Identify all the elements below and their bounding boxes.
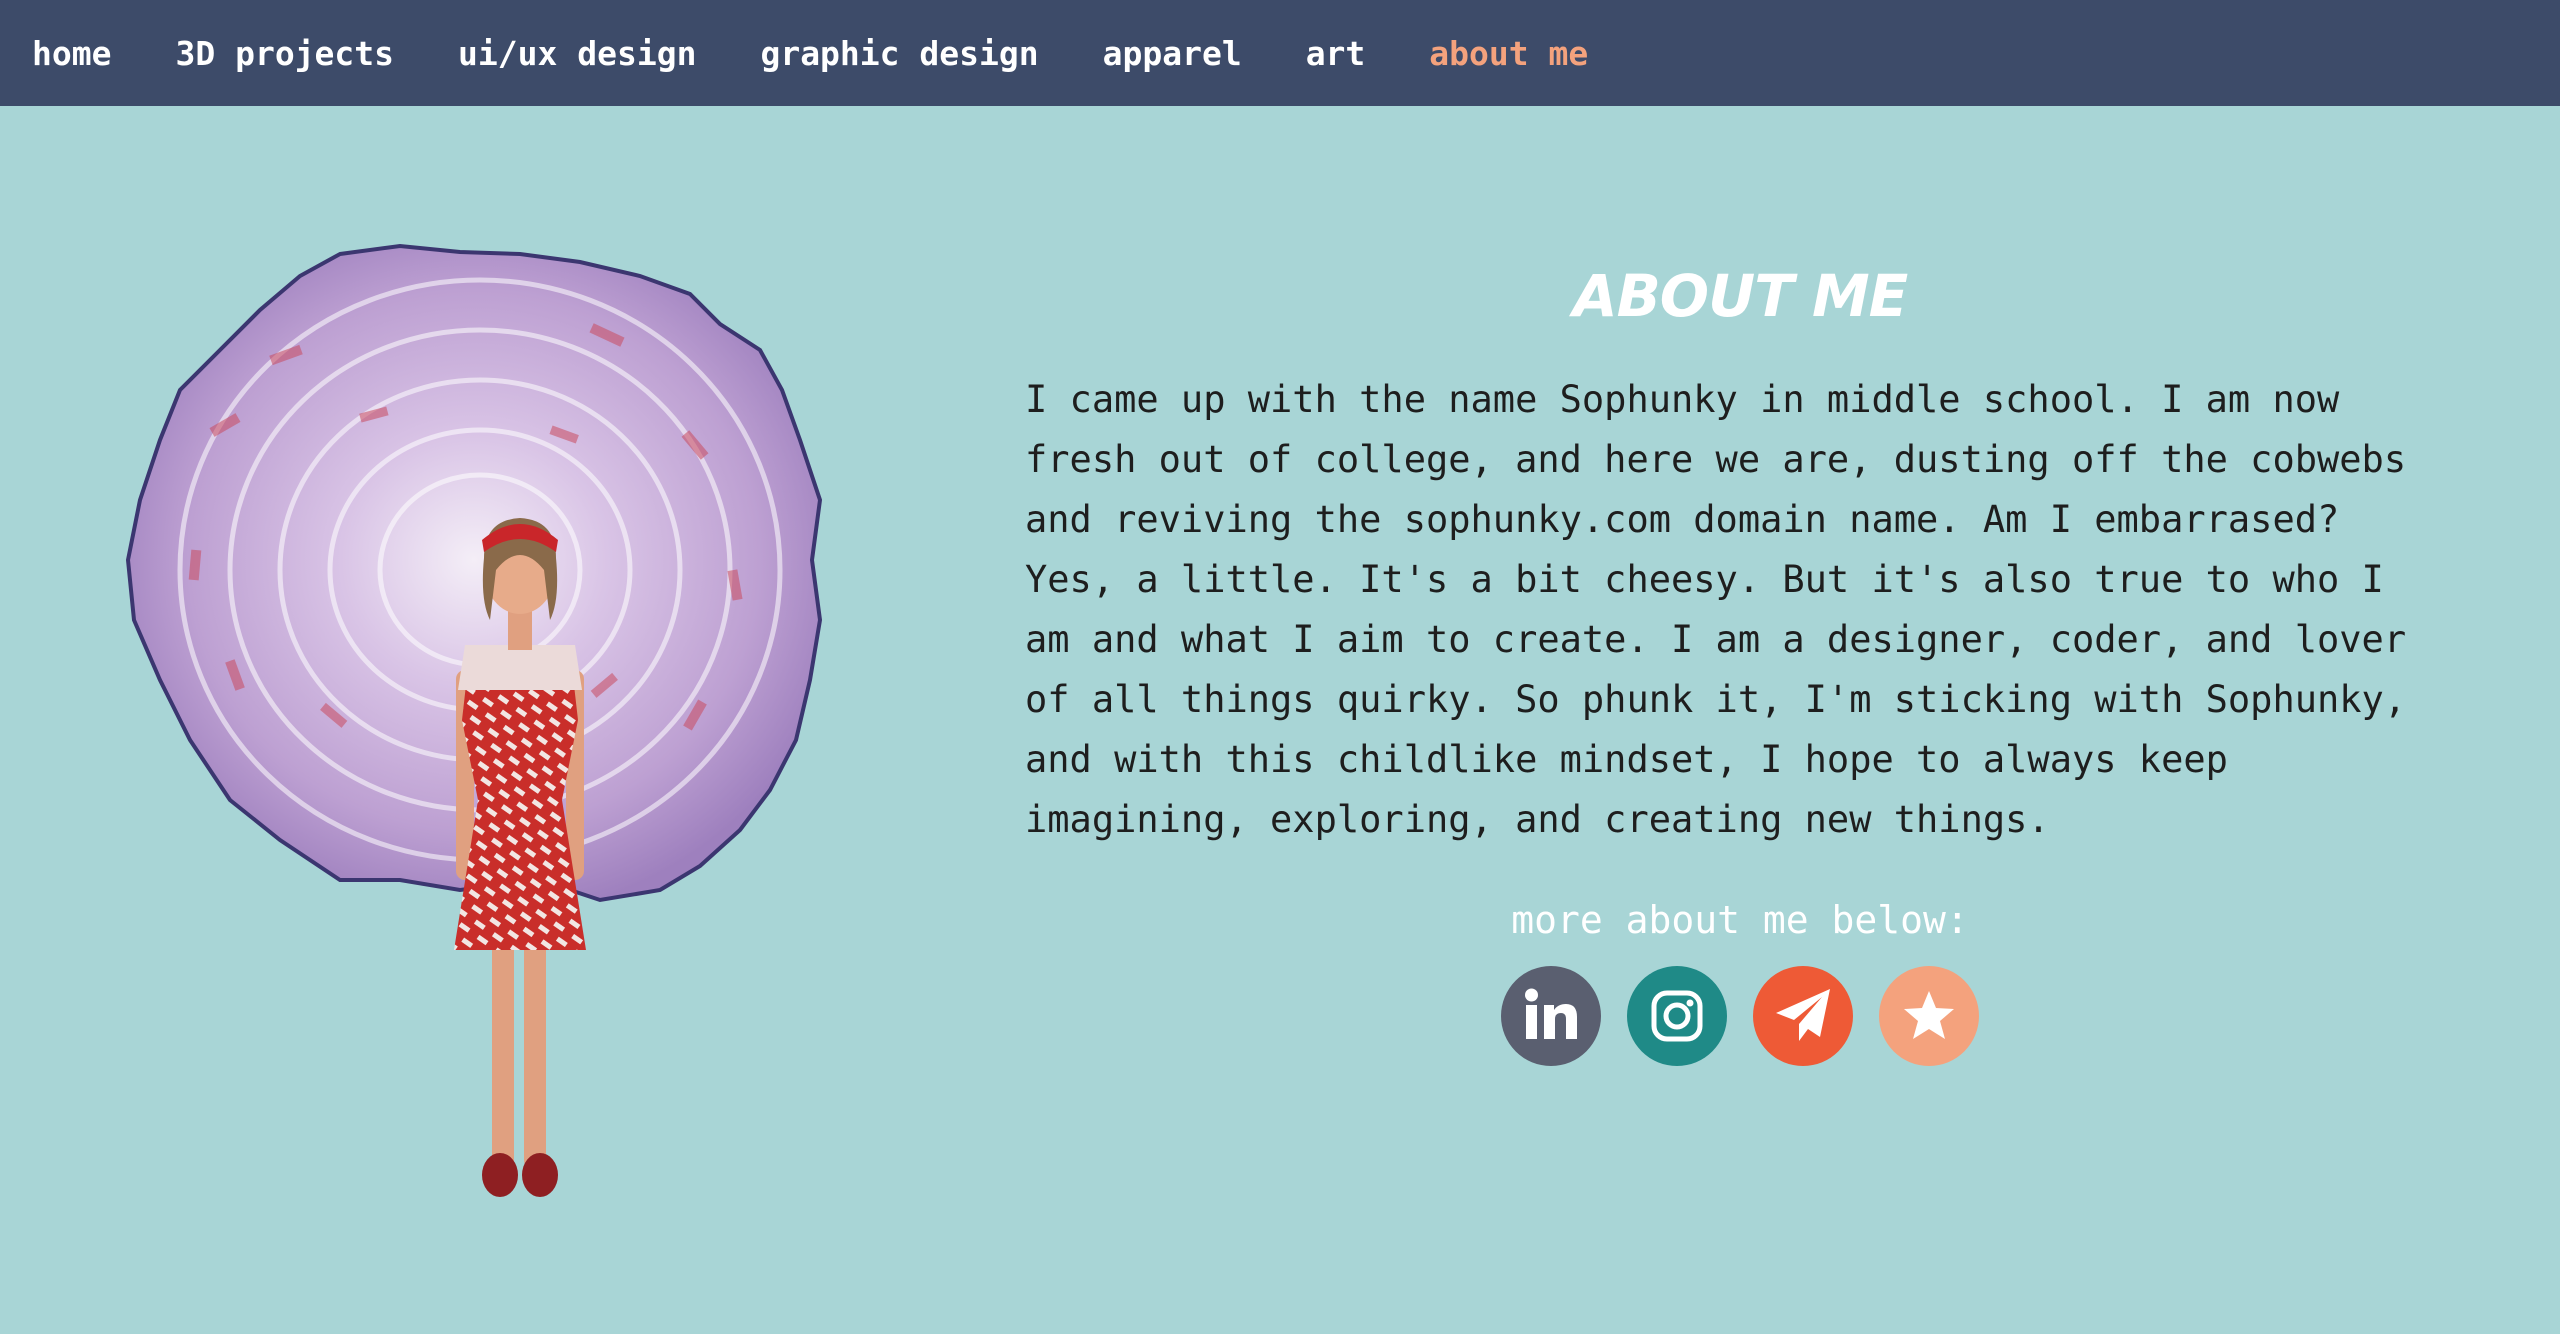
linkedin-icon bbox=[1525, 988, 1577, 1039]
more-about-label: more about me below: bbox=[1511, 898, 1969, 942]
profile-photo bbox=[125, 243, 823, 1197]
nav-apparel[interactable]: apparel bbox=[1103, 34, 1242, 73]
instagram-button[interactable] bbox=[1627, 966, 1727, 1066]
nav-graphic-design[interactable]: graphic design bbox=[760, 34, 1038, 73]
linkedin-button[interactable] bbox=[1501, 966, 1601, 1066]
nav-ui-ux-design[interactable]: ui/ux design bbox=[458, 34, 696, 73]
page-title: ABOUT ME bbox=[1572, 262, 1909, 330]
star-icon bbox=[1904, 991, 1954, 1039]
contact-button[interactable] bbox=[1753, 966, 1853, 1066]
paper-plane-icon bbox=[1776, 989, 1830, 1041]
nav-art[interactable]: art bbox=[1306, 34, 1366, 73]
nav-about-me[interactable]: about me bbox=[1429, 34, 1588, 73]
favorites-button[interactable] bbox=[1879, 966, 1979, 1066]
social-links bbox=[1025, 966, 2455, 1066]
about-section: ABOUT ME I came up with the name Sophunk… bbox=[1025, 262, 2455, 1066]
nav-3d-projects[interactable]: 3D projects bbox=[175, 34, 394, 73]
top-nav: home 3D projects ui/ux design graphic de… bbox=[0, 0, 2560, 106]
bio-paragraph: I came up with the name Sophunky in midd… bbox=[1025, 378, 2407, 841]
nav-home[interactable]: home bbox=[32, 34, 111, 73]
instagram-icon bbox=[1651, 990, 1703, 1042]
